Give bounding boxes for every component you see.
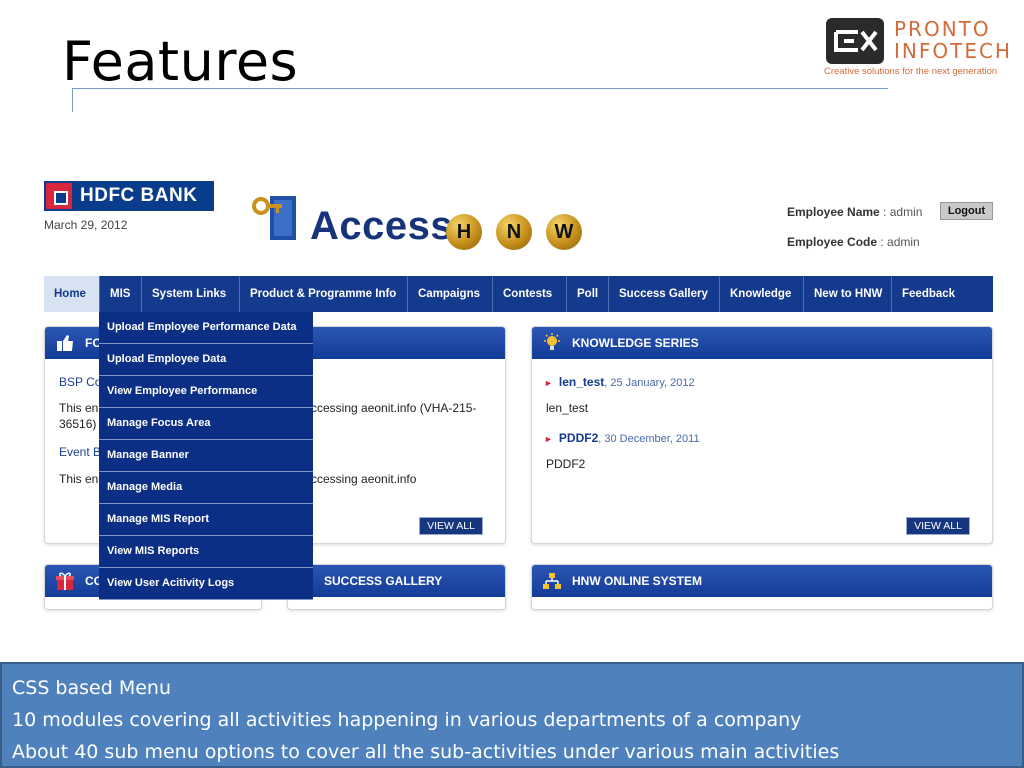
menu-item-view-user-activity-logs[interactable]: View User Acitivity Logs [99,568,313,600]
knowledge-item-title: len_test [558,375,605,389]
current-date: March 29, 2012 [44,218,128,232]
hnw-ball-w: W [546,214,582,250]
network-icon [543,573,561,589]
menu-item-upload-employee-data[interactable]: Upload Employee Data [99,344,313,376]
logo-name: PRONTO INFOTECH [894,18,1012,62]
nav-success-gallery[interactable]: Success Gallery [609,276,720,312]
portal-screenshot: HDFC BANK March 29, 2012 Access H N W Em… [44,178,994,610]
nav-new-to-hnw[interactable]: New to HNW [804,276,892,312]
nav-product-programme-info[interactable]: Product & Programme Info [240,276,408,312]
menu-item-manage-banner[interactable]: Manage Banner [99,440,313,472]
hnw-ball-h: H [446,214,482,250]
nav-campaigns[interactable]: Campaigns [408,276,493,312]
menu-item-upload-employee-performance-data[interactable]: Upload Employee Performance Data [99,312,313,344]
nav-contests[interactable]: Contests [493,276,567,312]
arrow-icon: ► [544,434,553,444]
gift-icon [56,572,74,590]
logo-name-line2: INFOTECH [894,39,1012,63]
employee-code-value: : admin [880,235,920,249]
thumbs-up-icon [57,335,73,351]
knowledge-item-date: , 25 January, 2012 [604,377,695,389]
main-nav: Home MIS System Links Product & Programm… [44,276,993,312]
bank-name: HDFC BANK [80,185,198,206]
hdfc-bank-logo: HDFC BANK [44,181,214,211]
slide: Features PRONTO INFOTECH Creative soluti… [0,0,1024,768]
mis-dropdown-menu: Upload Employee Performance Data Upload … [99,312,313,600]
focus-item-text-right: ccessing aeonit.info [311,472,417,486]
view-all-button[interactable]: VIEW ALL [419,517,483,535]
panel-header: KNOWLEDGE SERIES [532,327,992,359]
knowledge-item-title: PDDF2 [558,431,599,445]
nav-feedback[interactable]: Feedback [892,276,993,312]
menu-item-view-employee-performance[interactable]: View Employee Performance [99,376,313,408]
employee-name-value: : admin [883,205,923,219]
logout-button[interactable]: Logout [940,202,993,220]
nav-home[interactable]: Home [44,276,100,312]
employee-code: Employee Code : admin [787,235,920,249]
menu-item-manage-focus-area[interactable]: Manage Focus Area [99,408,313,440]
panel-title: HNW ONLINE SYSTEM [572,574,703,588]
view-all-button[interactable]: VIEW ALL [906,517,970,535]
employee-code-label: Employee Code [787,235,878,249]
knowledge-series-panel: KNOWLEDGE SERIES ► len_test, 25 January, … [531,326,993,544]
hnw-ball-n: N [496,214,532,250]
hnw-online-system-panel: HNW ONLINE SYSTEM [531,564,993,610]
nav-knowledge[interactable]: Knowledge [720,276,804,312]
slide-title: Features [62,30,299,93]
logo-tagline: Creative solutions for the next generati… [824,66,998,77]
caption-box: CSS based Menu 10 modules covering all a… [0,662,1024,768]
employee-name: Employee Name : admin [787,205,922,219]
menu-item-manage-mis-report[interactable]: Manage MIS Report [99,504,313,536]
focus-item-text-right: ccessing aeonit.info (VHA-215- [311,401,477,415]
logo-name-line1: PRONTO [894,17,991,41]
nav-poll[interactable]: Poll [567,276,609,312]
key-icon [252,196,296,240]
panel-header: SUCCESS GALLERY [288,565,505,597]
focus-item-text-line2: 36516) [59,417,97,431]
pronto-infotech-logo: PRONTO INFOTECH Creative solutions for t… [824,16,1010,80]
panel-header: HNW ONLINE SYSTEM [532,565,992,597]
access-hnw-logo: Access H N W [252,190,592,250]
arrow-icon: ► [544,378,553,388]
focus-item-text: This en [59,401,99,415]
nav-system-links[interactable]: System Links [142,276,240,312]
nav-mis[interactable]: MIS [100,276,142,312]
focus-item-title[interactable]: Event B [59,445,101,459]
employee-name-label: Employee Name [787,205,880,219]
knowledge-item[interactable]: ► len_test, 25 January, 2012 [544,375,695,389]
knowledge-item-date: , 30 December, 2011 [598,433,700,445]
caption-line: About 40 sub menu options to cover all t… [12,741,840,763]
menu-item-manage-media[interactable]: Manage Media [99,472,313,504]
caption-line: CSS based Menu [12,677,171,699]
panel-title: SUCCESS GALLERY [324,574,443,588]
knowledge-item[interactable]: ► PDDF2, 30 December, 2011 [544,431,700,445]
title-divider [72,88,888,89]
knowledge-item-desc: len_test [546,401,589,415]
lightbulb-icon [544,333,560,350]
title-divider-tick [72,88,73,112]
company-logo-icon [826,18,884,64]
knowledge-item-desc: PDDF2 [546,457,586,471]
bank-logo-icon [46,183,72,209]
focus-item-text: This en [59,472,99,486]
success-gallery-panel: SUCCESS GALLERY [287,564,506,610]
panel-title: KNOWLEDGE SERIES [572,336,699,350]
focus-item-title[interactable]: BSP Co [59,375,101,389]
app-title: Access [310,204,454,248]
menu-item-view-mis-reports[interactable]: View MIS Reports [99,536,313,568]
caption-line: 10 modules covering all activities happe… [12,709,802,731]
